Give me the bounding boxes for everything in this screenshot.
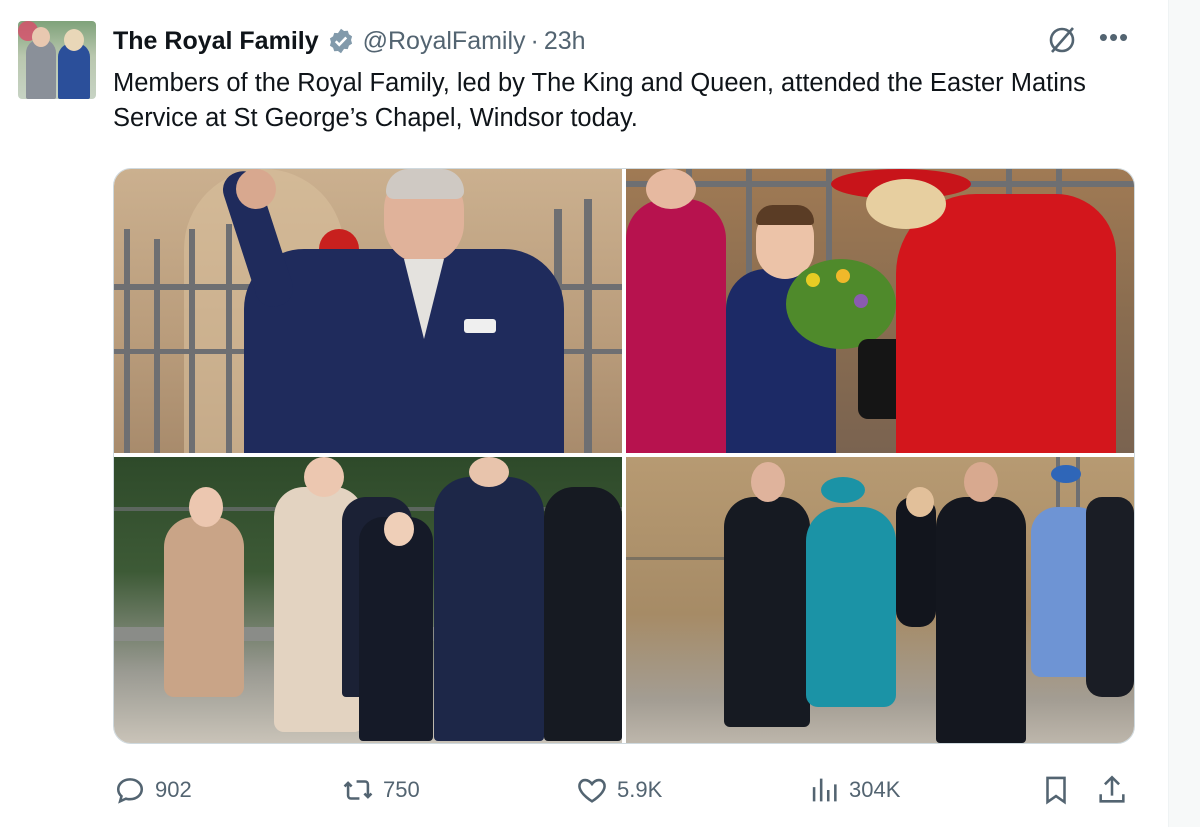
- photo-queen-flowers[interactable]: [626, 169, 1134, 453]
- views-count: 304K: [849, 777, 901, 802]
- more-icon[interactable]: •••: [1096, 24, 1132, 56]
- reply-icon: [116, 778, 144, 804]
- share-button[interactable]: [1095, 770, 1137, 810]
- tweet-card: The Royal Family @RoyalFamily · 23h ••• …: [0, 0, 1169, 827]
- share-icon: [1099, 775, 1125, 803]
- repost-count: 750: [383, 777, 420, 802]
- reply-button[interactable]: 902: [113, 770, 192, 810]
- header-separator: ·: [530, 26, 539, 55]
- bookmark-icon: [1046, 776, 1066, 805]
- like-button[interactable]: 5.9K: [575, 770, 662, 810]
- verified-badge-icon[interactable]: [327, 27, 355, 55]
- author-handle[interactable]: @RoyalFamily: [363, 27, 526, 56]
- tweet-header: The Royal Family @RoyalFamily · 23h: [113, 24, 586, 58]
- photo-family-walking[interactable]: [114, 457, 622, 743]
- author-name[interactable]: The Royal Family: [113, 27, 319, 56]
- repost-button[interactable]: 750: [341, 770, 420, 810]
- media-grid: [113, 168, 1135, 744]
- views-button[interactable]: 304K: [807, 770, 900, 810]
- repost-icon: [343, 780, 373, 800]
- tweet-actions: 902 750 5.9K 304K: [113, 770, 1133, 810]
- grok-icon[interactable]: [1044, 22, 1080, 58]
- photo-king-waving[interactable]: [114, 169, 622, 453]
- like-count: 5.9K: [617, 777, 663, 802]
- views-icon: [812, 778, 837, 802]
- bookmark-button[interactable]: [1039, 770, 1081, 810]
- profile-avatar[interactable]: [18, 21, 96, 99]
- reply-count: 902: [155, 777, 192, 802]
- tweet-text: Members of the Royal Family, led by The …: [113, 69, 1086, 132]
- heart-icon: [578, 778, 606, 803]
- tweet-timestamp[interactable]: 23h: [544, 27, 586, 56]
- photo-family-group[interactable]: [626, 457, 1134, 743]
